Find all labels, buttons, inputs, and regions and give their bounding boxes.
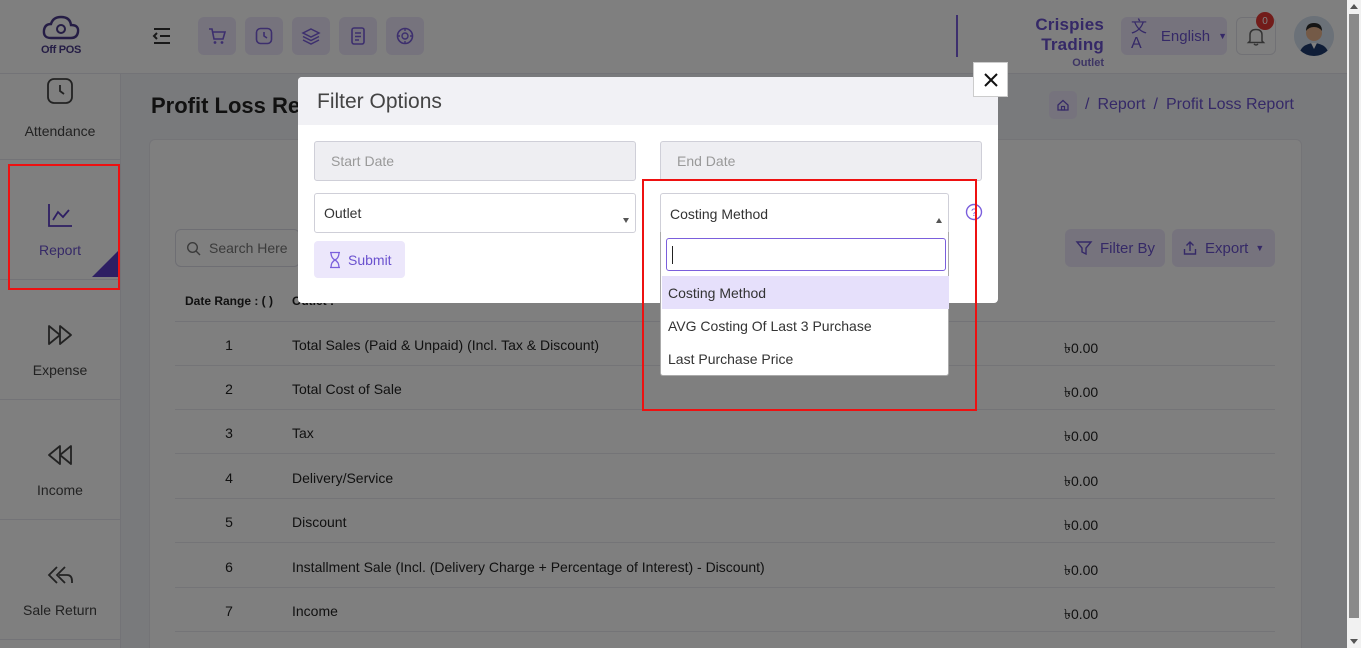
submit-button[interactable]: Submit [314,241,405,278]
end-date-placeholder: End Date [677,153,736,169]
modal-header: Filter Options [298,77,998,125]
outlet-select[interactable]: Outlet [314,193,636,233]
scrollbar-thumb[interactable] [1349,14,1359,618]
dropdown-option[interactable]: Costing Method [662,276,949,309]
text-cursor [672,246,673,264]
hourglass-icon [330,251,340,268]
start-date-input[interactable]: Start Date [314,141,636,181]
dropdown-option[interactable]: Last Purchase Price [662,342,949,375]
page-scrollbar[interactable] [1347,0,1361,648]
close-icon [983,72,998,87]
modal-title: Filter Options [317,90,442,113]
costing-method-dropdown: Costing Method AVG Costing Of Last 3 Pur… [660,232,949,376]
dropdown-search-input[interactable] [666,238,946,271]
caret-down-icon [623,218,629,223]
dropdown-option[interactable]: AVG Costing Of Last 3 Purchase [662,309,949,342]
close-modal-button[interactable] [973,62,1008,97]
submit-label: Submit [348,251,392,268]
start-date-placeholder: Start Date [331,153,395,169]
end-date-input[interactable]: End Date [660,141,982,181]
costing-method-select[interactable]: Costing Method [660,193,949,233]
svg-text:?: ? [971,207,977,219]
scroll-up-icon[interactable] [1350,4,1358,9]
scroll-down-icon[interactable] [1350,639,1358,644]
help-icon[interactable]: ? [965,203,983,221]
outlet-select-value: Outlet [324,205,362,221]
costing-method-value: Costing Method [670,205,769,222]
caret-up-icon [936,218,942,223]
